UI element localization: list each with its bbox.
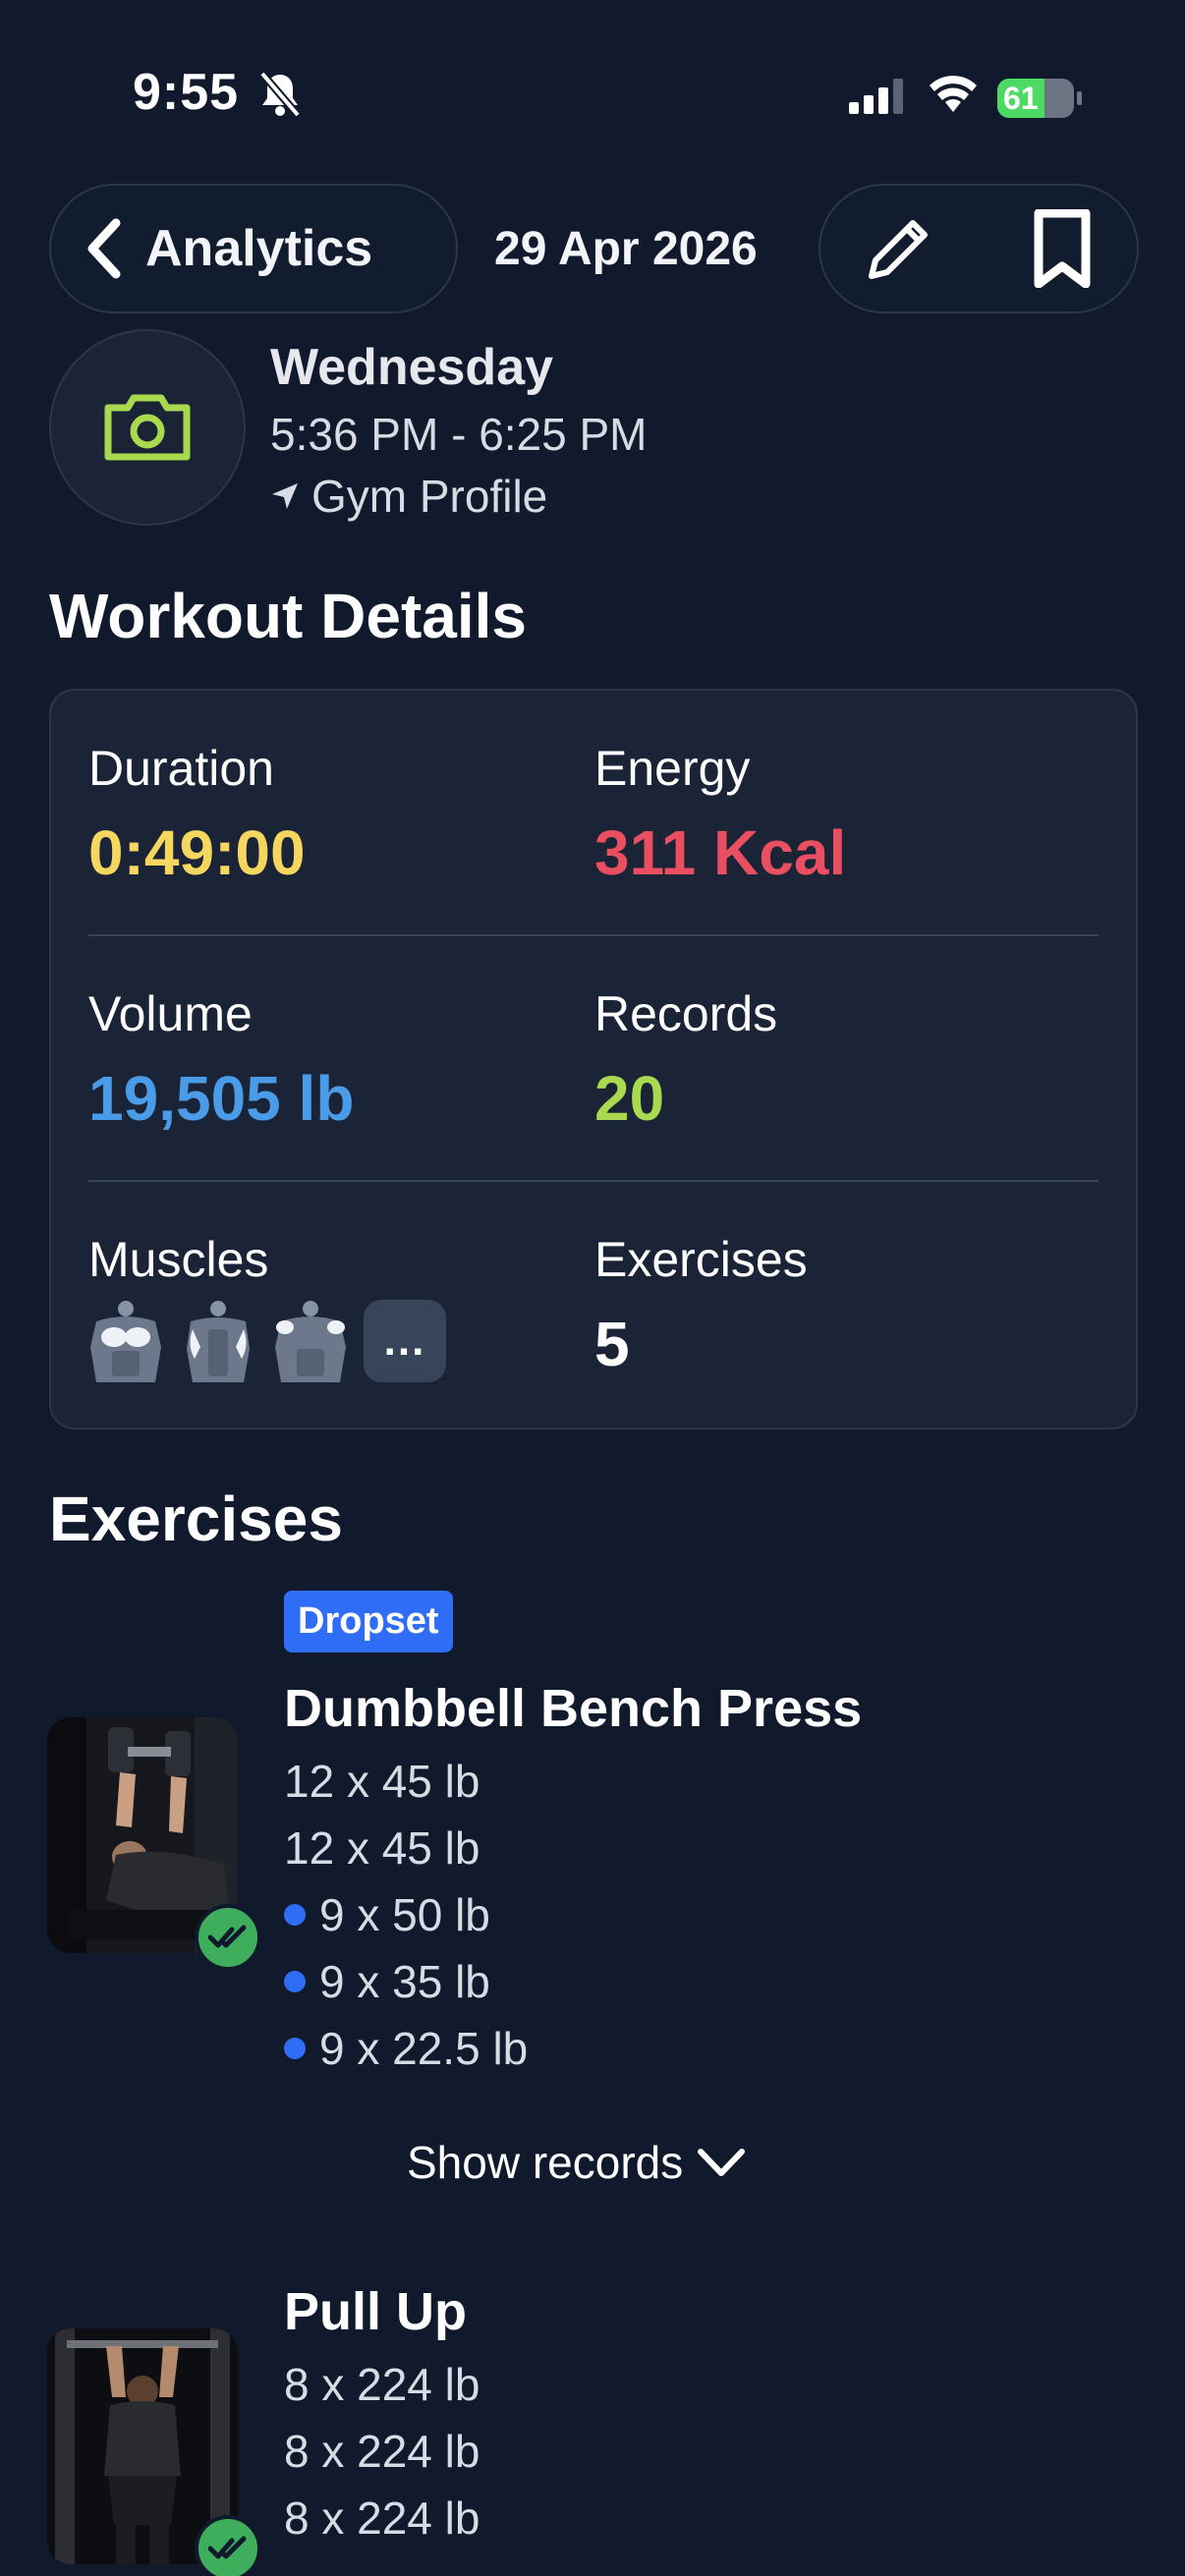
bookmark-button[interactable] — [1023, 209, 1101, 288]
workout-location[interactable]: Gym Profile — [270, 470, 547, 523]
dropset-row: 9 x 35 lb — [284, 1955, 490, 2008]
set-row: 12 x 45 lb — [284, 1822, 480, 1874]
workout-date: 29 Apr 2026 — [494, 223, 758, 275]
pencil-icon — [869, 220, 928, 279]
dropset-badge: Dropset — [284, 1591, 453, 1652]
set-row: 8 x 224 lb — [284, 2426, 480, 2477]
dropset-row: 9 x 22.5 lb — [284, 2022, 528, 2075]
back-label: Analytics — [145, 220, 373, 277]
chevron-down-icon — [698, 2149, 746, 2176]
triceps-muscle-icon — [187, 1301, 250, 1382]
stats-divider — [88, 934, 1099, 936]
bell-muted-icon — [258, 71, 302, 118]
location-label: Gym Profile — [311, 471, 548, 522]
muscles-label: Muscles — [88, 1232, 269, 1287]
cellular-signal-icon — [849, 79, 903, 114]
exercise-item[interactable]: Dropset Dumbbell Bench Press 12 x 45 lb … — [0, 1572, 1185, 2161]
workout-day: Wednesday — [270, 339, 554, 396]
dropset-dot-icon — [284, 1971, 306, 1992]
wifi-icon — [930, 76, 977, 112]
camera-icon — [104, 394, 191, 461]
volume-label: Volume — [88, 986, 253, 1041]
energy-value: 311 Kcal — [594, 817, 847, 888]
workout-details-title: Workout Details — [49, 581, 527, 651]
header-actions — [818, 184, 1139, 313]
set-row: 12 x 45 lb — [284, 1756, 480, 1807]
dropset-dot-icon — [284, 1904, 306, 1926]
more-muscles-button[interactable]: ... — [364, 1300, 446, 1382]
muscle-icons[interactable]: ... — [86, 1300, 446, 1382]
chest-muscle-icon — [90, 1301, 161, 1382]
records-label: Records — [594, 986, 778, 1041]
edit-button[interactable] — [860, 209, 938, 288]
battery-indicator: 61 — [997, 79, 1082, 118]
volume-value: 19,505 lb — [88, 1063, 355, 1134]
location-arrow-icon — [272, 483, 298, 509]
duration-value: 0:49:00 — [88, 817, 306, 888]
status-time: 9:55 — [133, 64, 240, 121]
set-row: 8 x 224 lb — [284, 2492, 480, 2544]
stats-divider — [88, 1180, 1099, 1182]
energy-label: Energy — [594, 741, 751, 796]
add-photo-button[interactable] — [49, 329, 246, 526]
shoulders-muscle-icon — [275, 1301, 346, 1382]
workout-time-range: 5:36 PM - 6:25 PM — [270, 409, 648, 460]
back-button[interactable]: Analytics — [49, 184, 458, 313]
chevron-left-icon — [87, 218, 121, 279]
completed-check-icon — [195, 2515, 261, 2576]
duration-label: Duration — [88, 741, 274, 796]
exercises-title: Exercises — [49, 1484, 343, 1554]
show-records-button[interactable]: Show records — [407, 2136, 746, 2189]
records-value: 20 — [594, 1063, 665, 1134]
exercise-item[interactable]: Pull Up 8 x 224 lb 8 x 224 lb 8 x 224 lb — [0, 2260, 1185, 2576]
set-row: 8 x 224 lb — [284, 2359, 480, 2410]
exercises-count: 5 — [594, 1309, 630, 1379]
completed-check-icon — [195, 1904, 261, 1971]
dropset-row: 9 x 50 lb — [284, 1888, 490, 1941]
bookmark-icon — [1034, 209, 1091, 288]
exercise-name: Pull Up — [284, 2282, 467, 2341]
exercises-label: Exercises — [594, 1232, 808, 1287]
workout-stats-card: Duration 0:49:00 Energy 311 Kcal Volume … — [49, 689, 1138, 1429]
exercise-name: Dumbbell Bench Press — [284, 1679, 863, 1738]
dropset-dot-icon — [284, 2038, 306, 2059]
